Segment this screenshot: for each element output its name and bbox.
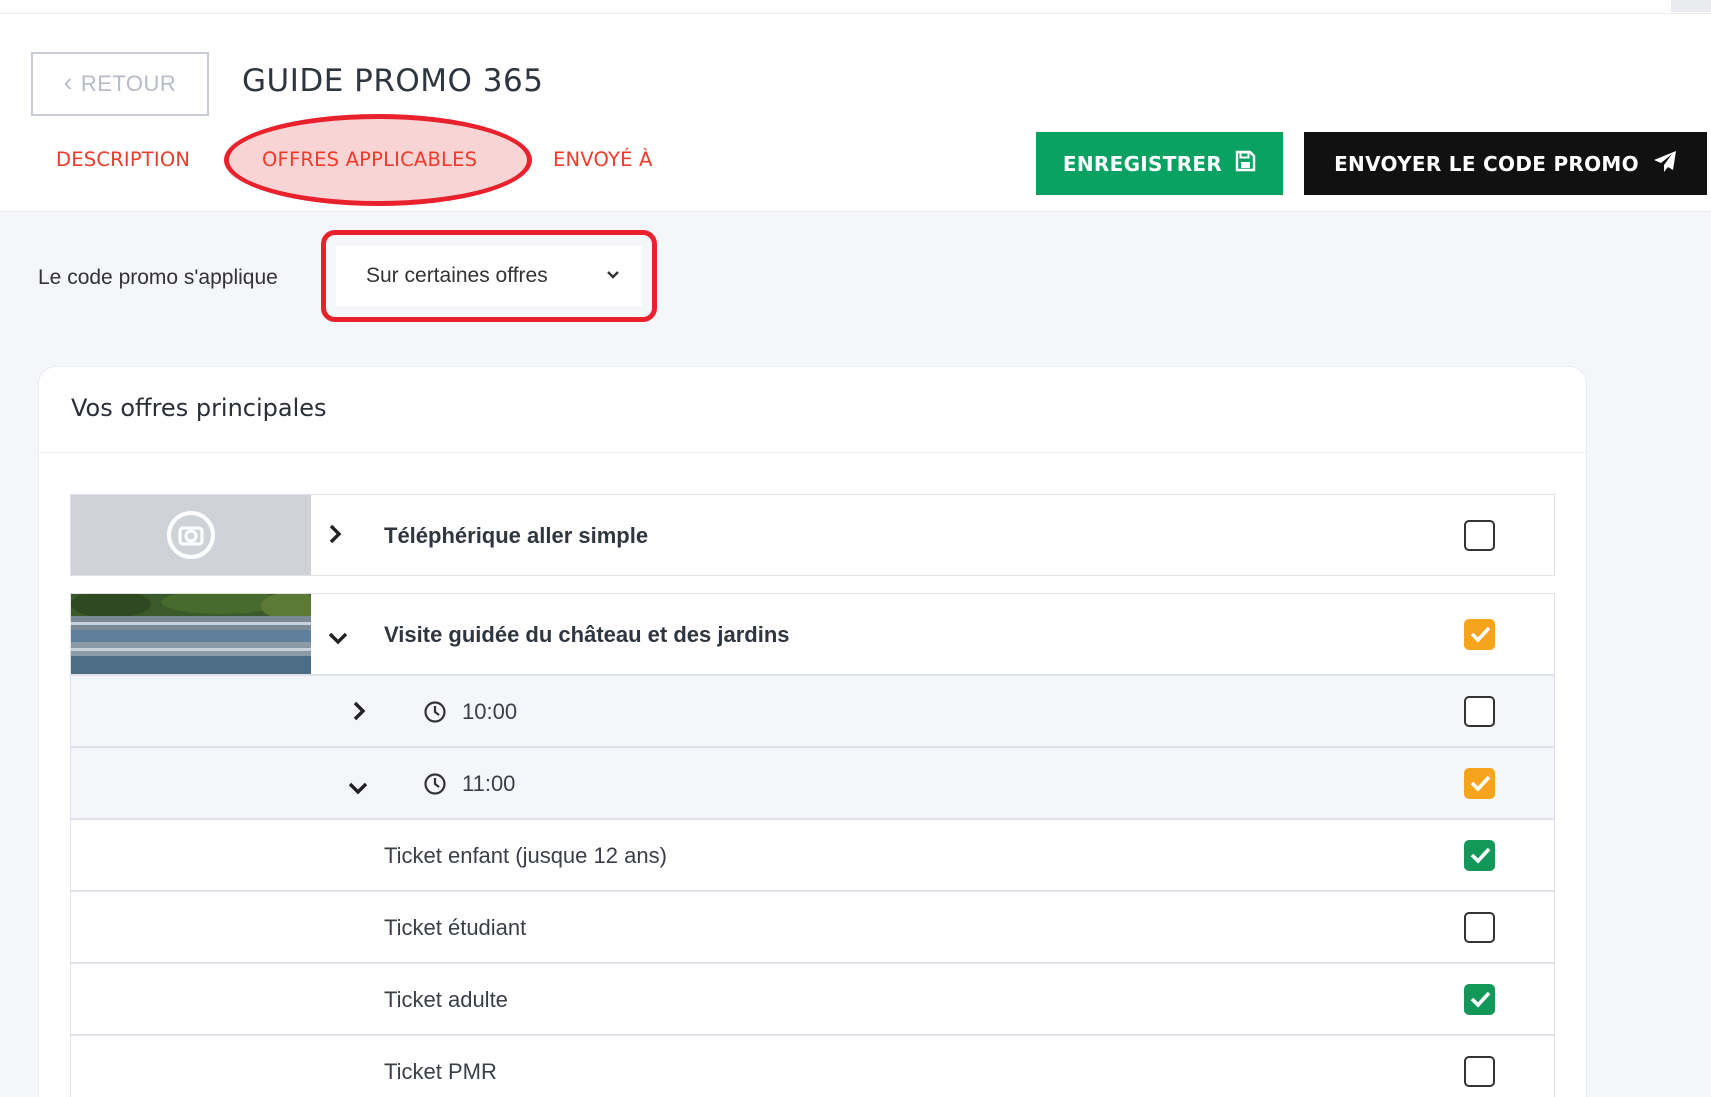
offer-row[interactable]: Téléphérique aller simple xyxy=(70,494,1555,576)
ticket-name: Ticket étudiant xyxy=(384,915,527,940)
ticket-name: Ticket PMR xyxy=(384,1059,497,1084)
ticket-checkbox[interactable] xyxy=(1464,912,1495,943)
slot-checkbox[interactable] xyxy=(1464,768,1495,799)
offer-name: Téléphérique aller simple xyxy=(384,523,649,548)
tab-envoye-a[interactable]: ENVOYÉ À xyxy=(553,148,653,171)
ticket-checkbox[interactable] xyxy=(1464,840,1495,871)
chevron-right-icon[interactable] xyxy=(327,523,343,549)
paper-plane-icon xyxy=(1653,150,1677,177)
ticket-row[interactable]: Ticket PMR xyxy=(70,1035,1555,1097)
clock-icon xyxy=(423,772,447,800)
offers-card-title: Vos offres principales xyxy=(71,394,327,422)
ticket-checkbox[interactable] xyxy=(1464,984,1495,1015)
time-slot-row[interactable]: 11:00 xyxy=(70,747,1555,819)
save-button-label: ENREGISTRER xyxy=(1062,151,1223,176)
ticket-name: Ticket enfant (jusque 12 ans) xyxy=(384,843,667,868)
time-slot-label: 10:00 xyxy=(462,699,518,724)
floppy-disk-icon xyxy=(1234,150,1256,177)
select-value: Sur certaines offres xyxy=(366,264,548,287)
tab-offres-applicables[interactable]: OFFRES APPLICABLES xyxy=(262,148,477,171)
offer-checkbox[interactable] xyxy=(1464,520,1495,551)
time-slot-row[interactable]: 10:00 xyxy=(70,675,1555,747)
clock-icon xyxy=(423,700,447,728)
back-button[interactable]: ‹ RETOUR xyxy=(31,52,209,116)
offer-name: Visite guidée du château et des jardins xyxy=(384,622,790,647)
top-strip-corner xyxy=(1671,0,1711,12)
ticket-row[interactable]: Ticket enfant (jusque 12 ans) xyxy=(70,819,1555,891)
caret-down-icon xyxy=(606,267,620,285)
back-button-label: RETOUR xyxy=(80,71,177,96)
page-title: GUIDE PROMO 365 xyxy=(242,63,544,99)
ticket-checkbox[interactable] xyxy=(1464,1056,1495,1087)
camera-icon xyxy=(71,495,311,575)
offer-row[interactable]: Visite guidée du château et des jardins xyxy=(70,590,1555,675)
chevron-down-icon[interactable] xyxy=(347,776,369,800)
ticket-name: Ticket adulte xyxy=(384,987,508,1012)
apply-label: Le code promo s'applique xyxy=(38,266,278,289)
offer-thumbnail xyxy=(71,590,321,674)
tab-description[interactable]: DESCRIPTION xyxy=(56,148,190,171)
save-button[interactable]: ENREGISTRER xyxy=(1036,132,1283,195)
time-slot-label: 11:00 xyxy=(462,771,516,796)
send-button-label: ENVOYER LE CODE PROMO xyxy=(1334,151,1639,176)
chevron-left-icon: ‹ xyxy=(63,67,73,97)
apply-scope-select[interactable]: Sur certaines offres xyxy=(336,246,642,306)
ticket-row[interactable]: Ticket étudiant xyxy=(70,891,1555,963)
slot-checkbox[interactable] xyxy=(1464,696,1495,727)
top-strip xyxy=(0,0,1711,14)
chevron-down-icon[interactable] xyxy=(327,626,349,650)
ticket-row[interactable]: Ticket adulte xyxy=(70,963,1555,1035)
offer-checkbox[interactable] xyxy=(1464,619,1495,650)
chevron-right-icon[interactable] xyxy=(351,700,367,726)
offers-card-header: Vos offres principales xyxy=(39,367,1586,453)
send-promo-code-button[interactable]: ENVOYER LE CODE PROMO xyxy=(1304,132,1707,195)
